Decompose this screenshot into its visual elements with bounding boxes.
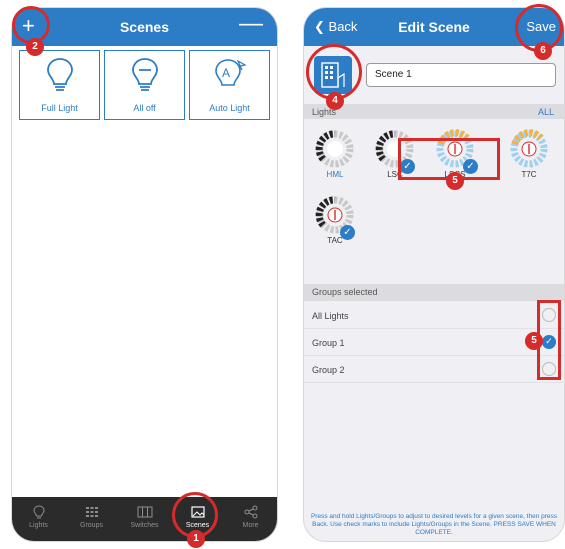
scene-tile-auto-light[interactable]: A Auto Light <box>189 50 270 120</box>
tab-groups[interactable]: Groups <box>65 497 118 541</box>
tab-label: Groups <box>80 522 103 529</box>
color-dial-icon <box>510 129 548 168</box>
tab-bar: Lights Groups Switches Scenes More <box>12 497 277 541</box>
light-label: T7C <box>521 170 537 179</box>
callout-marker-2: 2 <box>26 38 44 56</box>
bulb-icon <box>32 505 45 519</box>
remove-scene-button[interactable]: — <box>239 11 263 37</box>
group-label: Group 1 <box>312 338 345 348</box>
light-item-hml[interactable]: HML <box>310 129 360 179</box>
select-all-button[interactable]: ALL <box>538 107 554 117</box>
group-row-all-lights[interactable]: All Lights ✓ <box>304 302 564 329</box>
group-label: Group 2 <box>312 365 345 375</box>
scene-tile-all-off[interactable]: All off <box>104 50 185 120</box>
check-icon[interactable]: ✓ <box>340 225 355 240</box>
bulb-icon <box>46 58 73 91</box>
scenes-screen: + Scenes — Full Light All off A Auto Lig… <box>12 8 277 541</box>
scene-label: Auto Light <box>209 103 250 113</box>
light-item-t7c[interactable]: T7C <box>504 129 554 179</box>
scene-list: Full Light All off A Auto Light <box>19 50 270 120</box>
tab-label: Lights <box>29 522 48 529</box>
callout-marker-4: 4 <box>326 92 344 110</box>
group-row-group-2[interactable]: Group 2 ✓ <box>304 356 564 383</box>
instructions-footer: Press and hold Lights/Groups to adjust t… <box>310 513 558 536</box>
tab-switches[interactable]: Switches <box>118 497 171 541</box>
group-label: All Lights <box>312 311 349 321</box>
dimmer-dial-icon <box>315 130 354 168</box>
page-title: Scenes <box>119 19 170 35</box>
callout-marker-6: 6 <box>534 42 552 60</box>
light-item-tac[interactable]: TAC ✓ <box>310 195 360 245</box>
bulb-minus-icon <box>131 58 158 91</box>
callout-marker-5b: 5 <box>525 332 543 350</box>
auto-bulb-icon: A <box>214 59 247 86</box>
tab-more[interactable]: More <box>224 497 277 541</box>
callout-marker-5a: 5 <box>446 172 464 190</box>
tab-lights[interactable]: Lights <box>12 497 65 541</box>
light-label: TAC <box>327 236 343 245</box>
tab-label: More <box>242 522 259 529</box>
tab-label: Switches <box>130 522 159 529</box>
scene-label: Full Light <box>41 103 78 113</box>
groups-header-label: Groups selected <box>312 287 378 297</box>
callout-marker-1: 1 <box>187 530 205 548</box>
scene-label: All off <box>133 103 156 113</box>
light-label: HML <box>326 170 344 179</box>
switch-icon <box>137 506 152 518</box>
scenes-navbar: + Scenes — <box>12 8 277 46</box>
groups-section-header: Groups selected <box>304 284 564 301</box>
svg-text:A: A <box>222 66 230 80</box>
groups-icon <box>85 507 98 517</box>
scene-tile-full-light[interactable]: Full Light <box>19 50 100 120</box>
share-icon <box>244 505 257 519</box>
scene-name-field[interactable]: Scene 1 <box>366 63 556 87</box>
